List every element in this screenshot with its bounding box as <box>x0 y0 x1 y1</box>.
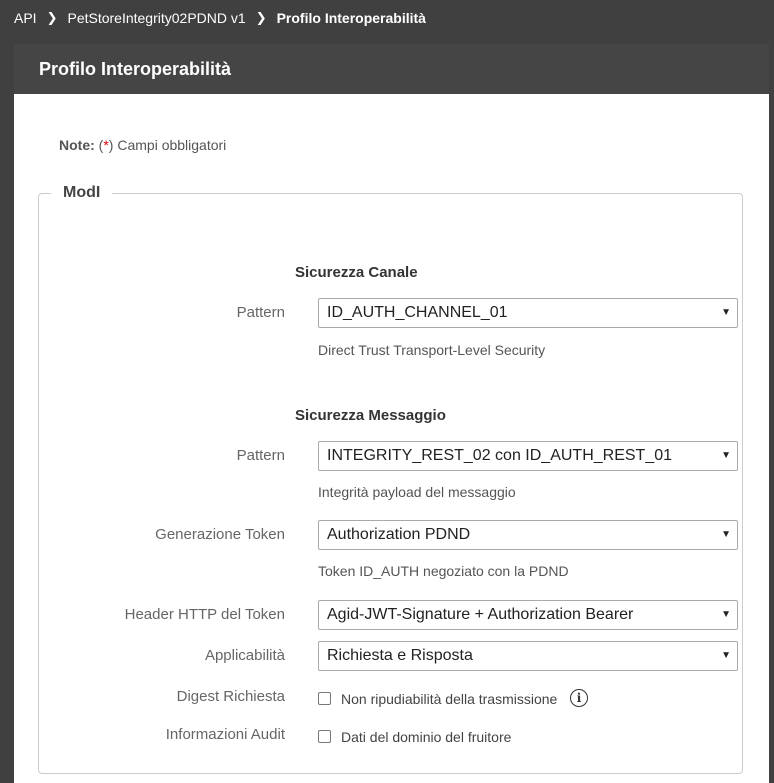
audit-label: Informazioni Audit <box>165 726 285 743</box>
channel-pattern-value: ID_AUTH_CHANNEL_01 <box>327 304 508 321</box>
token-header-select[interactable]: Agid-JWT-Signature + Authorization Beare… <box>318 600 738 630</box>
token-generation-hint: Token ID_AUTH negoziato con la PDND <box>318 563 569 579</box>
token-header-value: Agid-JWT-Signature + Authorization Beare… <box>327 606 634 623</box>
message-pattern-hint: Integrità payload del messaggio <box>318 484 516 500</box>
modi-fieldset: ModI Sicurezza Canale Pattern ID_AUTH_CH… <box>38 184 743 774</box>
digest-label: Digest Richiesta <box>176 688 285 705</box>
note-text: ) Campi obbligatori <box>108 137 227 153</box>
breadcrumb-item-api[interactable]: API <box>14 10 37 26</box>
section-title-channel: Sicurezza Canale <box>295 264 418 281</box>
required-note: Note: (*) Campi obbligatori <box>59 137 226 153</box>
token-generation-select[interactable]: Authorization PDND ▼ <box>318 520 738 550</box>
message-pattern-label: Pattern <box>236 447 285 464</box>
token-generation-label: Generazione Token <box>155 526 285 543</box>
profile-card: Profilo Interoperabilità Note: (*) Campi… <box>14 44 769 783</box>
chevron-down-icon: ▼ <box>721 450 731 461</box>
chevron-down-icon: ▼ <box>721 529 731 540</box>
token-generation-value: Authorization PDND <box>327 526 471 543</box>
message-pattern-value: INTEGRITY_REST_02 con ID_AUTH_REST_01 <box>327 447 673 464</box>
applicability-select[interactable]: Richiesta e Risposta ▼ <box>318 641 738 671</box>
chevron-right-icon: ❯ <box>255 10 267 25</box>
digest-checkbox-label[interactable]: Non ripudiabilità della trasmissione <box>341 691 557 707</box>
chevron-down-icon: ▼ <box>721 307 731 318</box>
applicability-value: Richiesta e Risposta <box>327 647 473 664</box>
applicability-label: Applicabilità <box>204 647 285 664</box>
page-title: Profilo Interoperabilità <box>14 44 769 94</box>
info-icon[interactable]: i <box>570 689 588 707</box>
chevron-down-icon: ▼ <box>721 609 731 620</box>
section-title-message: Sicurezza Messaggio <box>295 407 446 424</box>
breadcrumb-item-api-name[interactable]: PetStoreIntegrity02PDND v1 <box>67 10 245 26</box>
audit-checkbox-label[interactable]: Dati del dominio del fruitore <box>341 729 511 745</box>
chevron-right-icon: ❯ <box>46 10 58 25</box>
message-pattern-select[interactable]: INTEGRITY_REST_02 con ID_AUTH_REST_01 ▼ <box>318 441 738 471</box>
note-label: Note: <box>59 137 95 153</box>
breadcrumb-current: Profilo Interoperabilità <box>276 10 426 26</box>
channel-pattern-label: Pattern <box>236 304 285 321</box>
channel-pattern-select[interactable]: ID_AUTH_CHANNEL_01 ▼ <box>318 298 738 328</box>
audit-checkbox[interactable] <box>318 730 331 743</box>
chevron-down-icon: ▼ <box>721 650 731 661</box>
digest-checkbox[interactable] <box>318 692 331 705</box>
breadcrumb: API ❯ PetStoreIntegrity02PDND v1 ❯ Profi… <box>0 0 774 36</box>
token-header-label: Header HTTP del Token <box>124 606 285 623</box>
channel-pattern-hint: Direct Trust Transport-Level Security <box>318 342 546 358</box>
fieldset-legend: ModI <box>63 184 101 201</box>
